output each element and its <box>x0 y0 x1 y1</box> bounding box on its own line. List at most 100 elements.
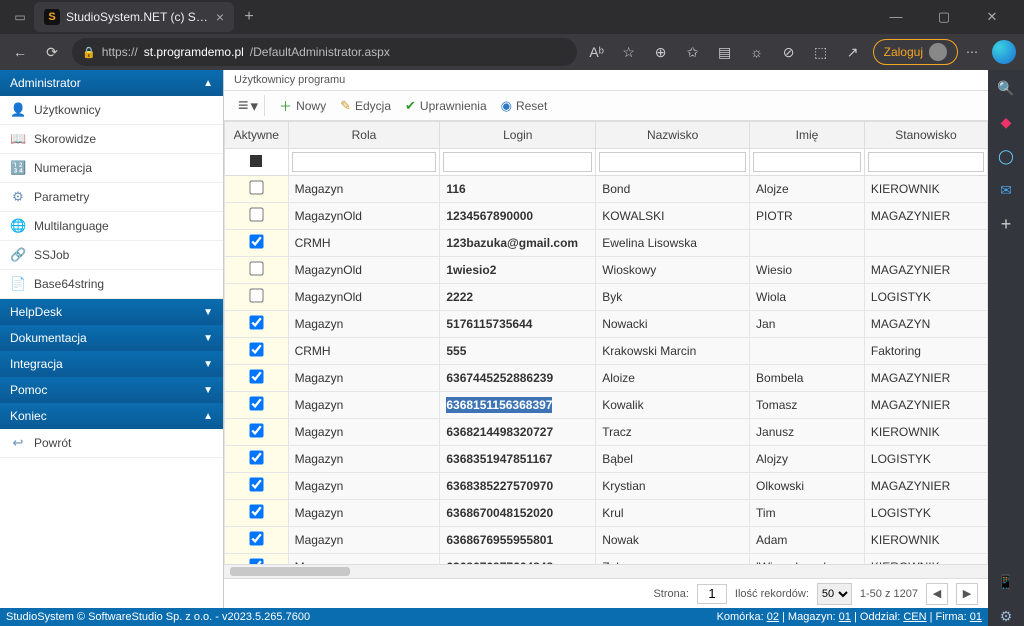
table-row[interactable]: CRMH555Krakowski MarcinFaktoring <box>225 338 988 365</box>
table-row[interactable]: CRMH123bazuka@gmail.comEwelina Lisowska <box>225 230 988 257</box>
star-icon[interactable]: ☆ <box>617 44 641 61</box>
table-row[interactable]: MagazynOld1wiesio2WioskowyWiesioMAGAZYNI… <box>225 257 988 284</box>
more-icon[interactable]: ⋯ <box>966 45 980 59</box>
row-checkbox[interactable] <box>249 423 263 437</box>
col-stanowisko[interactable]: Stanowisko <box>864 122 987 149</box>
performance-icon[interactable]: ⊘ <box>777 44 801 61</box>
edge-settings-icon[interactable]: ⚙ <box>996 606 1016 626</box>
toolbar-reset-button[interactable]: ◉Reset <box>501 98 548 114</box>
table-row[interactable]: Magazyn6368214498320727TraczJanuszKIEROW… <box>225 419 988 446</box>
collections-icon[interactable]: ▤ <box>713 44 737 61</box>
cell-imie: lWierzchowska <box>750 554 865 565</box>
row-checkbox[interactable] <box>249 207 263 221</box>
pager-next-button[interactable]: ▶ <box>956 583 978 605</box>
filter-stanowisko[interactable] <box>868 152 984 172</box>
row-checkbox[interactable] <box>249 477 263 491</box>
window-minimize-icon[interactable]: ― <box>876 9 916 25</box>
url-field[interactable]: 🔒 https://st.programdemo.pl/DefaultAdmin… <box>72 38 577 66</box>
filter-nazwisko[interactable] <box>599 152 746 172</box>
table-row[interactable]: Magazyn6368670048152020KrulTimLOGISTYK <box>225 500 988 527</box>
row-checkbox[interactable] <box>249 531 263 545</box>
select-all-checkbox[interactable] <box>250 155 262 167</box>
users-table: Aktywne Rola Login Nazwisko Imię Stanowi… <box>224 121 988 564</box>
tab-list-icon[interactable]: ▭ <box>6 3 34 31</box>
row-checkbox[interactable] <box>249 234 263 248</box>
table-row[interactable]: MagazynOld2222BykWiolaLOGISTYK <box>225 284 988 311</box>
app-sidebar: Administrator▲👤Użytkownicy📖Skorowidze🔢Nu… <box>0 70 224 608</box>
app-icon[interactable]: ⬚ <box>809 44 833 61</box>
window-maximize-icon[interactable]: ▢ <box>924 9 964 25</box>
action-icon[interactable]: ⊕ <box>649 44 673 61</box>
panel-head-4[interactable]: Pomoc▼ <box>0 377 223 403</box>
panel-head-1[interactable]: HelpDesk▼ <box>0 299 223 325</box>
table-row[interactable]: Magazyn6368676955955801NowakAdamKIEROWNI… <box>225 527 988 554</box>
reset-icon: ◉ <box>501 98 512 114</box>
table-row[interactable]: Magazyn6368385227570970KrystianOlkowskiM… <box>225 473 988 500</box>
sidebar-item-administrator-2[interactable]: 🔢Numeracja <box>0 154 223 183</box>
browser-tab[interactable]: S StudioSystem.NET (c) SoftwareS × <box>34 2 234 32</box>
table-row[interactable]: Magazyn6368351947851167BąbelAlojzyLOGIST… <box>225 446 988 473</box>
nav-refresh-icon[interactable]: ⟳ <box>40 44 64 61</box>
panel-head-0[interactable]: Administrator▲ <box>0 70 223 96</box>
table-row[interactable]: Magazyn116BondAlojzeKIEROWNIK <box>225 176 988 203</box>
toolbar-perm-button[interactable]: ✔Uprawnienia <box>405 98 487 114</box>
edge-add-icon[interactable]: + <box>996 214 1016 234</box>
row-checkbox[interactable] <box>249 504 263 518</box>
panel-head-3[interactable]: Integracja▼ <box>0 351 223 377</box>
row-checkbox[interactable] <box>249 396 263 410</box>
edge-tools-icon[interactable]: ◆ <box>996 112 1016 132</box>
col-nazwisko[interactable]: Nazwisko <box>596 122 750 149</box>
col-rola[interactable]: Rola <box>288 122 440 149</box>
table-row[interactable]: Magazyn6368151156368397KowalikTomaszMAGA… <box>225 392 988 419</box>
panel-head-2[interactable]: Dokumentacja▼ <box>0 325 223 351</box>
edge-mobile-icon[interactable]: 📱 <box>996 572 1016 592</box>
edge-search-icon[interactable]: 🔍 <box>996 78 1016 98</box>
filter-rola[interactable] <box>292 152 437 172</box>
row-checkbox[interactable] <box>249 369 263 383</box>
toolbar-menu-icon[interactable]: ≡ ▾ <box>232 95 265 116</box>
pager-prev-button[interactable]: ◀ <box>926 583 948 605</box>
row-checkbox[interactable] <box>249 261 263 275</box>
sidebar-item-administrator-1[interactable]: 📖Skorowidze <box>0 125 223 154</box>
row-checkbox[interactable] <box>249 288 263 302</box>
sidebar-item-administrator-0[interactable]: 👤Użytkownicy <box>0 96 223 125</box>
row-checkbox[interactable] <box>249 315 263 329</box>
edge-outlook-icon[interactable]: ✉ <box>996 180 1016 200</box>
read-aloud-icon[interactable]: Aᵇ <box>585 44 609 60</box>
col-imie[interactable]: Imię <box>750 122 865 149</box>
filter-login[interactable] <box>443 152 592 172</box>
extensions-icon[interactable]: ☼ <box>745 44 769 60</box>
table-row[interactable]: Magazyn5176115735644NowackiJanMAGAZYN <box>225 311 988 338</box>
share-icon[interactable]: ↗ <box>841 44 865 61</box>
bing-icon[interactable] <box>992 40 1016 64</box>
new-tab-button[interactable]: + <box>234 8 264 26</box>
horizontal-scrollbar[interactable] <box>224 564 988 578</box>
pager-page-input[interactable] <box>697 584 727 604</box>
window-close-icon[interactable]: ✕ <box>972 9 1012 25</box>
row-checkbox[interactable] <box>249 180 263 194</box>
panel-head-5[interactable]: Koniec▲ <box>0 403 223 429</box>
pager-size-select[interactable]: 50 <box>817 583 852 605</box>
filter-imie[interactable] <box>753 152 861 172</box>
cell-rola: Magazyn <box>288 554 440 565</box>
sidebar-item-administrator-6[interactable]: 📄Base64string <box>0 270 223 299</box>
col-aktywne[interactable]: Aktywne <box>225 122 289 149</box>
row-checkbox[interactable] <box>249 450 263 464</box>
table-row[interactable]: Magazyn6368676977664848ZołzalWierzchowsk… <box>225 554 988 565</box>
tab-close-icon[interactable]: × <box>216 9 224 25</box>
table-row[interactable]: Magazyn6367445252886239AloizeBombelaMAGA… <box>225 365 988 392</box>
nav-back-icon[interactable]: ← <box>8 44 32 60</box>
sidebar-item-administrator-5[interactable]: 🔗SSJob <box>0 241 223 270</box>
col-login[interactable]: Login <box>440 122 596 149</box>
edge-office-icon[interactable]: ◯ <box>996 146 1016 166</box>
favorites-icon[interactable]: ✩ <box>681 44 705 61</box>
sidebar-item-administrator-4[interactable]: 🌐Multilanguage <box>0 212 223 241</box>
toolbar-edit-button[interactable]: ✎Edycja <box>340 98 391 114</box>
sidebar-item-koniec-0[interactable]: ↩Powrót <box>0 429 223 458</box>
browser-login-button[interactable]: Zaloguj <box>873 39 958 65</box>
cell-login: 6368676955955801 <box>440 527 596 554</box>
sidebar-item-administrator-3[interactable]: ⚙Parametry <box>0 183 223 212</box>
table-row[interactable]: MagazynOld1234567890000KOWALSKIPIOTRMAGA… <box>225 203 988 230</box>
row-checkbox[interactable] <box>249 342 263 356</box>
toolbar-new-button[interactable]: ＋Nowy <box>279 96 326 115</box>
